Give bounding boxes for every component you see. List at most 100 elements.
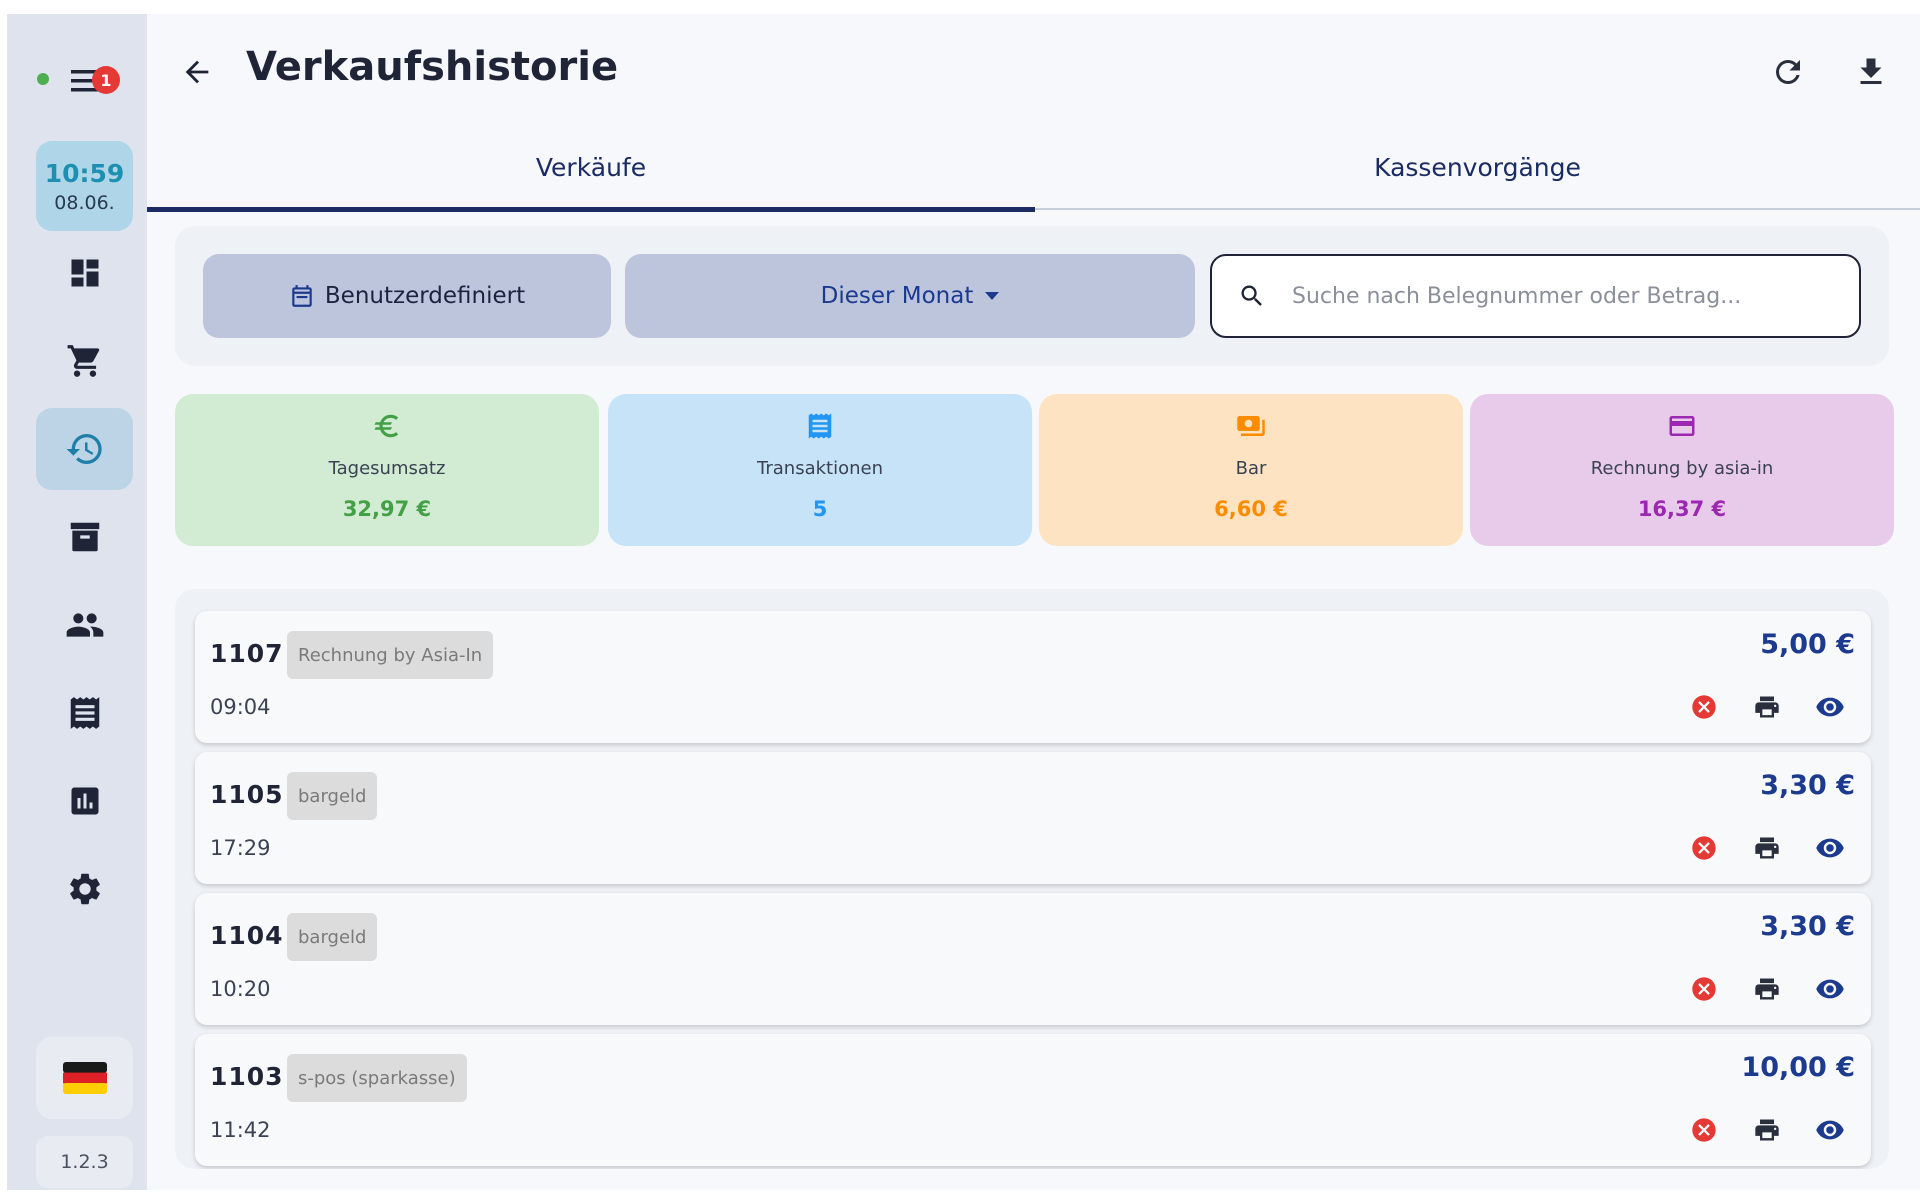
arrow-left-icon — [185, 60, 209, 84]
payment-method-tag: s-pos (sparkasse) — [287, 1054, 467, 1102]
sale-row[interactable]: 1103 s-pos (sparkasse) 11:42 10,00 € — [195, 1034, 1871, 1166]
cancel-sale-button[interactable] — [1682, 685, 1726, 729]
stat-card-invoice: Rechnung by asia-in 16,37 € — [1470, 394, 1894, 546]
receipt-icon — [808, 413, 832, 439]
eye-icon — [1816, 979, 1844, 999]
sidebar: 1 10:59 08.06. 1.2.3 — [7, 14, 147, 1190]
eye-icon — [1816, 1120, 1844, 1140]
stat-card-transactions: Transaktionen 5 — [608, 394, 1032, 546]
cancel-sale-button[interactable] — [1682, 967, 1726, 1011]
gear-icon — [69, 873, 100, 905]
tab-sales-label: Verkäufe — [535, 152, 647, 182]
nav-receipts[interactable] — [36, 672, 133, 754]
printer-icon — [1755, 978, 1779, 1000]
dashboard-icon — [71, 259, 98, 287]
printer-icon — [1755, 1119, 1779, 1141]
custom-range-button[interactable]: Benutzerdefiniert — [203, 254, 611, 338]
german-flag-icon — [62, 1062, 107, 1094]
sale-row[interactable]: 1104 bargeld 10:20 3,30 € — [195, 893, 1871, 1025]
print-receipt-button[interactable] — [1745, 685, 1789, 729]
stat-label: Rechnung by asia-in — [1590, 458, 1774, 479]
sale-time: 10:20 — [210, 977, 271, 1001]
nav-settings[interactable] — [36, 848, 133, 930]
online-status-dot — [37, 73, 49, 85]
cancel-circle-icon — [1692, 1118, 1716, 1142]
app-version: 1.2.3 — [36, 1136, 133, 1188]
stat-value: 5 — [812, 497, 828, 521]
search-input[interactable] — [1292, 283, 1832, 309]
custom-range-label: Benutzerdefiniert — [324, 283, 526, 309]
sale-time: 17:29 — [210, 836, 271, 860]
back-button[interactable] — [175, 50, 219, 94]
receipt-number: 1103 — [210, 1062, 284, 1091]
view-receipt-button[interactable] — [1808, 1108, 1852, 1152]
cancel-circle-icon — [1692, 695, 1716, 719]
card-icon — [1669, 416, 1695, 436]
cash-icon — [1237, 416, 1265, 436]
cancel-circle-icon — [1692, 977, 1716, 1001]
receipt-number: 1104 — [210, 921, 284, 950]
sale-amount: 5,00 € — [1760, 629, 1855, 660]
period-dropdown-label: Dieser Monat — [820, 283, 974, 309]
download-icon — [1860, 58, 1882, 84]
cart-icon — [67, 345, 99, 377]
tab-cash-operations[interactable]: Kassenvorgänge — [1035, 124, 1920, 210]
nav-history[interactable] — [36, 408, 133, 490]
nav-archive[interactable] — [36, 496, 133, 578]
stat-label: Transaktionen — [757, 458, 883, 479]
history-icon — [66, 434, 102, 464]
print-receipt-button[interactable] — [1745, 1108, 1789, 1152]
payment-method-tag: bargeld — [287, 913, 378, 961]
nav-reports[interactable] — [36, 760, 133, 842]
nav-cart[interactable] — [36, 320, 133, 402]
language-button[interactable] — [36, 1037, 133, 1119]
nav-dashboard[interactable] — [36, 232, 133, 314]
calendar-icon — [292, 285, 312, 307]
stat-value: 16,37 € — [1637, 497, 1727, 521]
print-receipt-button[interactable] — [1745, 967, 1789, 1011]
filter-bar: Benutzerdefiniert Dieser Monat — [175, 226, 1889, 366]
sale-row[interactable]: 1107 Rechnung by Asia-In 09:04 5,00 € — [195, 611, 1871, 743]
stat-value: 6,60 € — [1214, 497, 1288, 521]
download-button[interactable] — [1847, 48, 1895, 96]
euro-icon — [374, 414, 399, 438]
main-content: Verkaufshistorie Verkäufe Kassenvorgänge… — [147, 14, 1920, 1190]
users-icon — [66, 613, 103, 637]
caret-down-icon — [985, 292, 1000, 300]
payment-method-tag: bargeld — [287, 772, 378, 820]
printer-icon — [1755, 837, 1779, 859]
search-box — [1210, 254, 1861, 338]
search-icon — [1241, 285, 1262, 306]
refresh-button[interactable] — [1764, 48, 1812, 96]
printer-icon — [1755, 696, 1779, 718]
stat-label: Tagesumsatz — [328, 458, 446, 479]
receipt-number: 1107 — [210, 639, 284, 668]
clock-widget: 10:59 08.06. — [36, 141, 133, 231]
chart-icon — [71, 787, 98, 815]
nav-users[interactable] — [36, 584, 133, 666]
stat-card-cash: Bar 6,60 € — [1039, 394, 1463, 546]
view-receipt-button[interactable] — [1808, 826, 1852, 870]
payment-method-tag: Rechnung by Asia-In — [287, 631, 494, 679]
notification-badge: 1 — [92, 66, 120, 94]
cancel-sale-button[interactable] — [1682, 1108, 1726, 1152]
receipt-icon — [70, 697, 99, 729]
stat-label: Bar — [1235, 458, 1267, 479]
tab-cash-operations-label: Kassenvorgänge — [1374, 152, 1581, 182]
clock-date: 08.06. — [54, 191, 115, 214]
sale-time: 11:42 — [210, 1118, 271, 1142]
print-receipt-button[interactable] — [1745, 826, 1789, 870]
stat-card-daily-revenue: Tagesumsatz 32,97 € — [175, 394, 599, 546]
page-title: Verkaufshistorie — [246, 44, 619, 90]
sale-row[interactable]: 1105 bargeld 17:29 3,30 € — [195, 752, 1871, 884]
view-receipt-button[interactable] — [1808, 967, 1852, 1011]
clock-time: 10:59 — [44, 158, 125, 188]
sales-list: 1107 Rechnung by Asia-In 09:04 5,00 € 11… — [175, 589, 1889, 1169]
sale-amount: 3,30 € — [1760, 770, 1855, 801]
view-receipt-button[interactable] — [1808, 685, 1852, 729]
tab-bar: Verkäufe Kassenvorgänge — [147, 124, 1920, 212]
tab-sales[interactable]: Verkäufe — [147, 124, 1035, 212]
period-dropdown[interactable]: Dieser Monat — [625, 254, 1195, 338]
refresh-icon — [1776, 60, 1800, 84]
cancel-sale-button[interactable] — [1682, 826, 1726, 870]
